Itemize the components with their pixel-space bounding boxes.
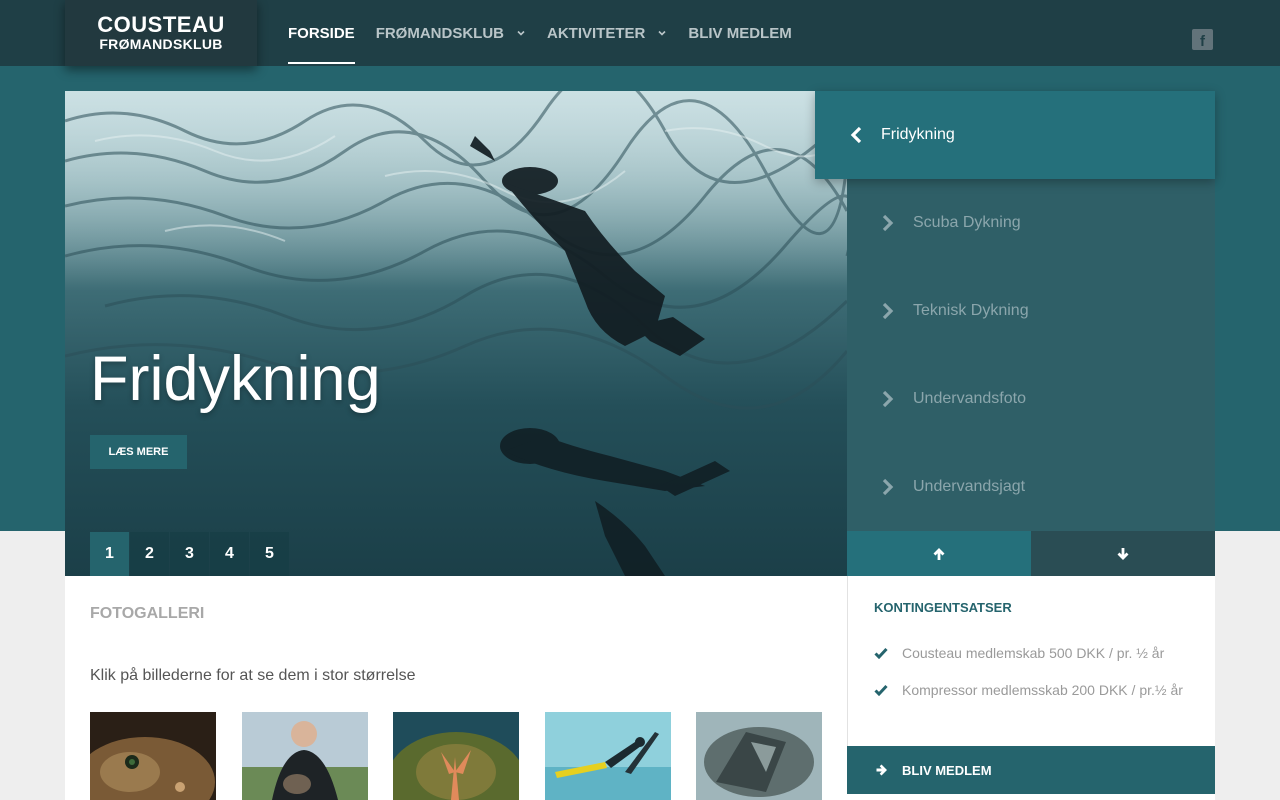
nav-label: FRØMANDSKLUB bbox=[375, 24, 505, 42]
gallery-description: Klik på billederne for at se dem i stor … bbox=[90, 667, 416, 684]
chevron-left-icon bbox=[850, 126, 862, 144]
chevron-down-icon bbox=[517, 30, 525, 36]
slide-down-button[interactable] bbox=[1031, 531, 1215, 576]
nav-label: AKTIVITETER bbox=[547, 24, 646, 42]
page-button-5[interactable]: 5 bbox=[250, 532, 289, 576]
bliv-medlem-button[interactable]: BLIV MEDLEM bbox=[847, 746, 1215, 794]
fee-text: Kompressor medlemsskab 200 DKK / pr.½ år bbox=[902, 682, 1183, 698]
main-nav: FORSIDE FRØMANDSKLUB AKTIVITETER BLIV ME… bbox=[288, 0, 813, 66]
gallery-thumb-starfish[interactable] bbox=[393, 712, 519, 800]
facebook-glyph: f bbox=[1200, 33, 1205, 50]
page-button-3[interactable]: 3 bbox=[170, 532, 209, 576]
slide-nav-label: Fridykning bbox=[881, 126, 955, 143]
site-logo[interactable]: COUSTEAU FRØMANDSKLUB bbox=[65, 0, 257, 66]
hero-slide: Fridykning LÆS MERE 1 2 3 4 5 bbox=[65, 91, 847, 576]
panel-bottom bbox=[847, 794, 1215, 800]
slide-nav-fridykning[interactable]: Fridykning bbox=[815, 91, 1215, 179]
check-icon bbox=[874, 647, 888, 659]
hero-title: Fridykning bbox=[90, 344, 381, 414]
page-button-4[interactable]: 4 bbox=[210, 532, 249, 576]
gallery-heading: FOTOGALLERI bbox=[90, 605, 205, 622]
gallery-thumb-fish[interactable] bbox=[90, 712, 216, 800]
chevron-right-icon bbox=[882, 390, 894, 408]
bliv-medlem-label: BLIV MEDLEM bbox=[902, 762, 992, 778]
nav-label: BLIV MEDLEM bbox=[688, 24, 792, 42]
arrow-down-icon bbox=[1117, 547, 1129, 560]
nav-label: FORSIDE bbox=[288, 24, 355, 42]
facebook-icon[interactable]: f bbox=[1192, 29, 1213, 50]
membership-fees-panel: KONTINGENTSATSER Cousteau medlemskab 500… bbox=[847, 576, 1215, 746]
page-button-1[interactable]: 1 bbox=[90, 532, 129, 576]
read-more-button[interactable]: LÆS MERE bbox=[90, 435, 187, 469]
fee-text: Cousteau medlemskab 500 DKK / pr. ½ år bbox=[902, 645, 1165, 661]
chevron-right-icon bbox=[882, 214, 894, 232]
gallery-thumbnails bbox=[90, 712, 848, 800]
page-button-2[interactable]: 2 bbox=[130, 532, 169, 576]
chevron-right-icon bbox=[882, 302, 894, 320]
hero-photo bbox=[65, 91, 847, 576]
gallery-thumb-wreck[interactable] bbox=[696, 712, 822, 800]
slide-nav-label: Undervandsjagt bbox=[913, 478, 1026, 495]
slide-nav-undervandsfoto[interactable]: Undervandsfoto bbox=[847, 355, 1215, 443]
nav-item-bliv-medlem[interactable]: BLIV MEDLEM bbox=[688, 0, 791, 66]
slide-pagination: 1 2 3 4 5 bbox=[90, 532, 290, 576]
slide-nav-undervandsjagt[interactable]: Undervandsjagt bbox=[847, 443, 1215, 531]
fee-row: Kompressor medlemsskab 200 DKK / pr.½ år bbox=[874, 682, 1183, 698]
nav-item-fromandsklub[interactable]: FRØMANDSKLUB bbox=[376, 0, 526, 66]
photo-gallery-section: FOTOGALLERI Klik på billederne for at se… bbox=[65, 576, 847, 800]
slide-nav-label: Teknisk Dykning bbox=[913, 302, 1029, 319]
slide-up-button[interactable] bbox=[847, 531, 1031, 576]
slide-nav-label: Undervandsfoto bbox=[913, 390, 1026, 407]
nav-item-aktiviteter[interactable]: AKTIVITETER bbox=[547, 0, 667, 66]
check-icon bbox=[874, 684, 888, 696]
arrow-up-icon bbox=[933, 547, 945, 560]
chevron-right-icon bbox=[882, 478, 894, 496]
slide-nav-label: Scuba Dykning bbox=[913, 214, 1021, 231]
top-navbar: COUSTEAU FRØMANDSKLUB FORSIDE FRØMANDSKL… bbox=[0, 0, 1280, 66]
chevron-down-icon bbox=[658, 30, 666, 36]
gallery-thumb-diver-with-fish[interactable] bbox=[241, 712, 368, 800]
arrow-right-icon bbox=[876, 764, 887, 776]
slide-nav-teknisk-dykning[interactable]: Teknisk Dykning bbox=[847, 267, 1215, 355]
nav-item-forside[interactable]: FORSIDE bbox=[288, 0, 355, 66]
fee-row: Cousteau medlemskab 500 DKK / pr. ½ år bbox=[874, 645, 1164, 661]
fees-heading: KONTINGENTSATSER bbox=[874, 600, 1012, 615]
slide-nav-scuba-dykning[interactable]: Scuba Dykning bbox=[847, 179, 1215, 267]
gallery-thumb-pool-divers[interactable] bbox=[544, 712, 671, 800]
logo-line-1: COUSTEAU bbox=[97, 12, 225, 37]
logo-line-2: FRØMANDSKLUB bbox=[99, 36, 223, 52]
